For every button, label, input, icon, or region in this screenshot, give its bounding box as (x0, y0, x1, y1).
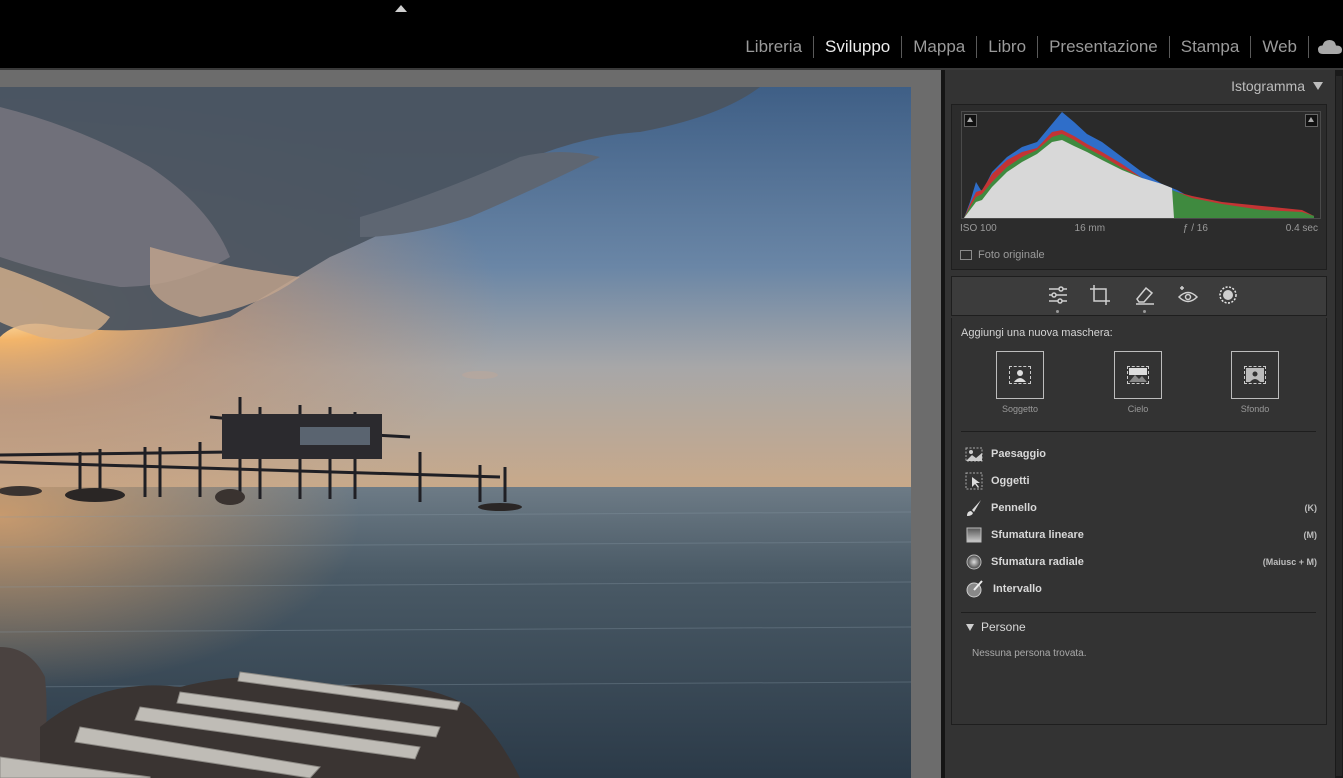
mask-range-label: Intervallo (993, 583, 1042, 595)
active-tool-dot (1056, 310, 1059, 313)
mask-brush-shortcut: (K) (1304, 503, 1318, 513)
collapse-triangle-icon[interactable] (1313, 82, 1323, 90)
module-bar: Libreria Sviluppo Mappa Libro Presentazi… (0, 0, 1343, 68)
module-presentazione[interactable]: Presentazione (1038, 36, 1170, 58)
people-section-header[interactable]: Persone (966, 620, 1026, 634)
radial-gradient-icon (965, 553, 983, 571)
module-web[interactable]: Web (1251, 36, 1309, 58)
landscape-icon (965, 445, 983, 463)
sliders-icon[interactable] (1046, 283, 1070, 313)
original-photo-toggle[interactable]: Foto originale (960, 249, 1045, 261)
mask-objects-item[interactable]: Oggetti (965, 471, 1317, 491)
aperture-value: ƒ / 16 (1182, 223, 1208, 234)
linear-gradient-icon (965, 526, 983, 544)
exif-info: ISO 100 16 mm ƒ / 16 0.4 sec (960, 223, 1318, 234)
mask-background-button[interactable] (1231, 351, 1279, 399)
section-divider (961, 612, 1316, 613)
iso-value: ISO 100 (960, 223, 997, 234)
mask-radial-gradient-shortcut: (Maiusc + M) (1262, 557, 1317, 567)
mask-range-item[interactable]: Intervallo (965, 579, 1317, 599)
mask-linear-gradient-label: Sfumatura lineare (991, 529, 1084, 541)
crop-icon[interactable] (1088, 283, 1112, 307)
section-divider (961, 431, 1316, 432)
mask-sky-button[interactable] (1114, 351, 1162, 399)
range-icon (965, 579, 985, 599)
panel-scrollbar[interactable] (1335, 70, 1343, 778)
brush-icon (965, 499, 983, 517)
module-libreria[interactable]: Libreria (734, 36, 815, 58)
mask-icon[interactable] (1216, 283, 1240, 307)
tool-strip (951, 276, 1327, 316)
no-people-message: Nessuna persona trovata. (972, 648, 1087, 659)
objects-icon (965, 472, 983, 490)
mask-radial-gradient-label: Sfumatura radiale (991, 556, 1084, 568)
people-label: Persone (981, 620, 1026, 634)
module-mappa[interactable]: Mappa (902, 36, 978, 58)
histogram-header[interactable]: Istogramma (1231, 78, 1323, 94)
mask-sky-label: Cielo (1127, 404, 1149, 414)
mask-background-label: Sfondo (1240, 404, 1270, 414)
focal-length-value: 16 mm (1074, 223, 1106, 234)
mask-subject-label: Soggetto (1001, 404, 1039, 414)
mask-linear-gradient-item[interactable]: Sfumatura lineare (M) (965, 525, 1317, 545)
mask-brush-label: Pennello (991, 502, 1037, 514)
tool-edited-dot (1143, 310, 1146, 313)
histogram-title: Istogramma (1231, 78, 1305, 94)
background-icon (1244, 366, 1266, 384)
add-mask-label: Aggiungi una nuova maschera: (961, 327, 1113, 339)
module-stampa[interactable]: Stampa (1170, 36, 1252, 58)
mask-radial-gradient-item[interactable]: Sfumatura radiale (Maiusc + M) (965, 552, 1317, 572)
scrollbar-thumb[interactable] (1336, 76, 1342, 776)
module-sviluppo[interactable]: Sviluppo (814, 36, 903, 58)
eraser-icon[interactable] (1133, 283, 1157, 313)
histogram-panel: ISO 100 16 mm ƒ / 16 0.4 sec Foto origin… (951, 104, 1327, 270)
right-panel: Istogramma ISO 100 16 mm ƒ / 16 0.4 sec … (945, 70, 1335, 778)
sky-icon (1127, 366, 1149, 384)
original-photo-label: Foto originale (978, 249, 1045, 261)
module-libro[interactable]: Libro (977, 36, 1039, 58)
original-photo-checkbox[interactable] (960, 250, 972, 260)
shutter-value: 0.4 sec (1285, 223, 1318, 234)
red-eye-icon[interactable] (1176, 283, 1200, 307)
subject-icon (1009, 366, 1031, 384)
mask-landscape-item[interactable]: Paesaggio (965, 444, 1317, 464)
image-viewer[interactable] (0, 70, 941, 778)
mask-linear-gradient-shortcut: (M) (1303, 530, 1318, 540)
module-picker: Libreria Sviluppo Mappa Libro Presentazi… (734, 35, 1343, 59)
photo-preview[interactable] (0, 87, 911, 778)
collapse-top-panel-icon[interactable] (395, 5, 407, 12)
histogram-graph[interactable] (961, 111, 1321, 219)
mask-objects-label: Oggetti (991, 475, 1030, 487)
mask-brush-item[interactable]: Pennello (K) (965, 498, 1317, 518)
mask-subject-button[interactable] (996, 351, 1044, 399)
mask-landscape-label: Paesaggio (991, 448, 1047, 460)
expand-triangle-icon[interactable] (966, 623, 974, 631)
masking-panel: Aggiungi una nuova maschera: Soggetto Ci… (951, 318, 1327, 725)
cloud-icon[interactable] (1317, 37, 1343, 57)
